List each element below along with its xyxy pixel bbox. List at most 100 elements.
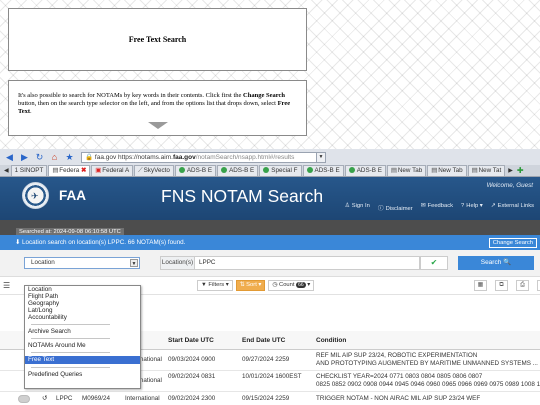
location-input[interactable]: LPPC [195,256,420,270]
filters-button[interactable]: ▼ Filters ▾ [197,280,233,291]
divider [31,338,110,339]
condition-cell: CHECKLIST YEAR=2024 0771 0803 0804 0805 … [316,373,540,388]
menu-icon[interactable]: ☰ [3,281,10,290]
link-icon: ↗ [490,203,496,209]
clock-icon: ◷ [272,282,278,288]
url-text: https://notams.aim.faa.gov/notamSearch/n… [118,153,295,161]
page-icon: ⟋ [138,167,143,174]
end-date-cell: 09/15/2024 2259 [242,395,290,402]
disclaimer-link[interactable]: ⓘ Disclaimer [378,203,413,212]
page-icon: ▣ [95,167,102,174]
option-flight-path[interactable]: Flight Path [25,293,140,300]
location-cell: LPPC [56,395,73,402]
option-free-text[interactable]: Free Text [25,356,140,364]
home-icon[interactable]: ⌂ [48,151,61,164]
start-date-cell: 09/02/2024 2300 [168,395,216,402]
sign-in-link[interactable]: ♙ Sign In [345,203,370,212]
tab-adsb-2[interactable]: ADS-B E [217,165,259,176]
search-type-dropdown: Location Flight Path Geography Lat/Long … [24,285,141,389]
welcome-text: Welcome, Guest [486,182,533,189]
site-title: FNS NOTAM Search [161,186,324,206]
search-type-select[interactable]: Location ▼ [24,257,140,269]
tab-scroll-left-icon[interactable]: ◀ [2,166,11,176]
feedback-link[interactable]: ✉ Feedback [421,203,453,212]
change-search-button[interactable]: Change Search [488,238,537,248]
divider [31,367,110,368]
close-tab-icon[interactable]: ✖ [81,167,86,174]
option-location[interactable]: Location [25,286,140,293]
column-header-end-date[interactable]: End Date UTC [242,337,285,344]
tab-new-2[interactable]: ▤New Tab [427,165,467,176]
bookmark-icon[interactable]: ★ [63,151,76,164]
column-header-condition[interactable]: Condition [316,337,346,344]
option-archive-search[interactable]: Archive Search [25,328,140,335]
start-date-cell: 09/02/2024 0831 [168,373,216,380]
reload-icon[interactable]: ↻ [33,151,46,164]
lock-icon: 🔒 [85,153,94,161]
start-date-cell: 09/03/2024 0900 [168,356,216,363]
forward-icon[interactable]: ▶ [18,151,31,164]
tab-adsb-1[interactable]: ADS-B E [174,165,217,176]
condition-cell: TRIGGER NOTAM - NON AIRAC MIL AIP SUP 23… [316,395,481,402]
results-summary: ⬇ Location search on location(s) LPPC. 6… [15,239,186,246]
pdf-icon[interactable]: ▦ [474,280,487,291]
slide-title: Free Text Search [128,35,187,44]
info-icon: ⓘ [377,206,384,212]
tab-adsb-3[interactable]: ADS-B E [302,165,344,176]
tab-scroll-right-icon[interactable]: ▶ [506,166,515,176]
page-icon: ▤ [390,167,397,174]
site-header: ✈ FAA FNS NOTAM Search Welcome, Guest ♙ S… [0,177,540,220]
page-icon: ▤ [431,167,438,174]
divider [31,324,110,325]
copy-icon[interactable]: ⧉ [495,280,508,291]
toggle-icon[interactable] [18,395,30,403]
chat-icon: ✉ [420,203,426,209]
question-icon: ? [461,203,465,209]
url-dropdown-icon[interactable]: ▼ [316,151,326,163]
number-cell: M0969/24 [82,395,111,402]
sort-icon: ⇅ [239,282,245,288]
search-button[interactable]: Search 🔍 [458,256,534,270]
help-menu[interactable]: ? Help ▾ [461,203,483,212]
sort-button[interactable]: ⇅ Sort ▾ [235,280,266,291]
option-geography[interactable]: Geography [25,300,140,307]
history-icon[interactable]: ↺ [42,395,47,402]
option-notams-around-me[interactable]: NOTAMs Around Me [25,342,140,349]
tab-sinopt[interactable]: 1 SINOPT [10,165,48,176]
slide-description: It's also possible to search for NOTAMs … [18,92,291,115]
count-button[interactable]: ◷ Count 66 ▾ [268,280,315,291]
condition-cell: REF MIL AIP SUP 23/24, ROBOTIC EXPERIMEN… [316,352,538,367]
page-icon: ▤ [471,167,478,174]
tab-adsb-4[interactable]: ADS-B E [344,165,386,176]
tab-federal-a[interactable]: ▣Federal A [91,165,134,176]
results-summary-bar: ⬇ Location search on location(s) LPPC. 6… [0,235,540,250]
tab-new-1[interactable]: ▤New Tab [386,165,427,176]
option-accountability[interactable]: Accountability [25,314,140,321]
tab-strip: ◀ 1 SINOPT ▤Federa ✖ ▣Federal A ⟋SkyVect… [0,165,540,177]
column-header-start-date[interactable]: Start Date UTC [168,337,214,344]
slide-title-card: Free Text Search [8,8,307,71]
export-buttons: ▦ ⧉ ⎙ ◧ [474,280,540,291]
tab-new-3[interactable]: ▤New Tat [467,165,506,176]
navigation-bar: ◀ ▶ ↻ ⌂ ★ 🔒 faa.gov https://notams.aim.f… [0,149,540,165]
table-row[interactable]: ↺ LPPC M0969/24 International 09/02/2024… [0,392,540,405]
url-bar[interactable]: 🔒 faa.gov https://notams.aim.faa.gov/not… [81,151,317,163]
tab-special[interactable]: Special F [259,165,302,176]
external-links-menu[interactable]: ↗ External Links [491,203,534,212]
option-lat-long[interactable]: Lat/Long [25,307,140,314]
user-icon: ♙ [344,203,350,209]
tab-federa[interactable]: ▤Federa ✖ [48,165,91,176]
count-badge: 66 [296,282,306,288]
option-predefined-queries[interactable]: Predefined Queries [25,371,140,378]
print-icon[interactable]: ⎙ [516,280,529,291]
header-links: ♙ Sign In ⓘ Disclaimer ✉ Feedback ? Help ▾ ↗… [345,203,534,212]
faa-logo-text[interactable]: FAA [59,188,86,203]
search-form: Location ▼ Location(s) LPPC ✔ Search 🔍 [0,250,540,277]
filter-icon: ▼ [201,282,207,288]
end-date-cell: 09/27/2024 2259 [242,356,290,363]
back-icon[interactable]: ◀ [3,151,16,164]
faa-seal-icon[interactable]: ✈ [22,182,49,209]
searched-at-bar: Searched at: 2024-09-08 06:10:58 UTC [0,220,540,236]
tab-skyvecto[interactable]: ⟋SkyVecto [134,165,174,176]
new-tab-icon[interactable]: ✚ [515,166,526,176]
